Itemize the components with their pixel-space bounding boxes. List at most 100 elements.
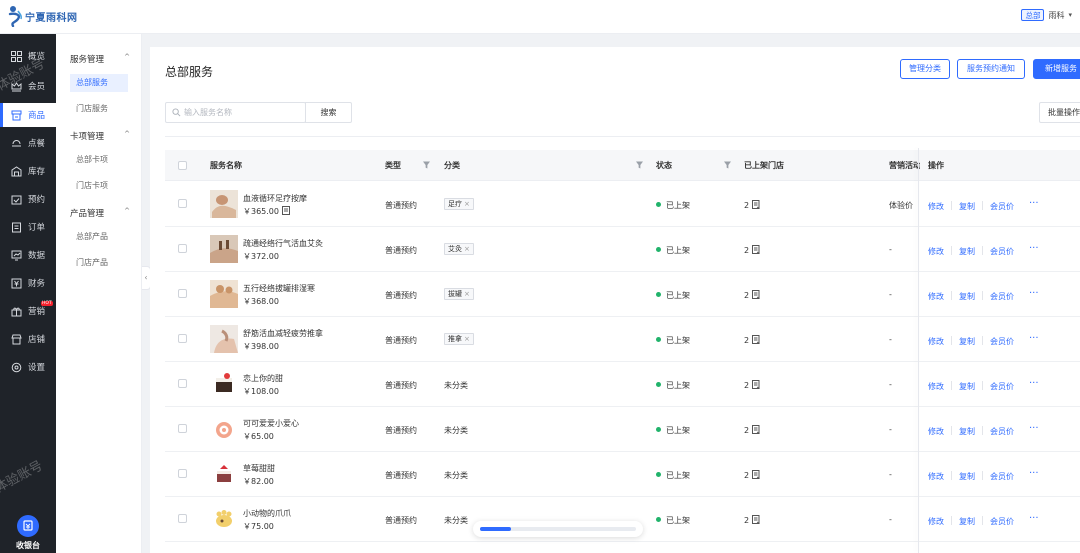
table-row[interactable]: 舒筋活血减轻疲劳推拿 ￥398.00 普通预约 推拿 × 已上架 2 - 修改 复制 会员价 ··· (165, 317, 1080, 362)
store-count[interactable]: 2 (744, 515, 760, 525)
close-icon[interactable]: × (464, 245, 470, 253)
more-icon[interactable]: ··· (1029, 513, 1039, 524)
table-row[interactable]: 可可爱爱小爱心 ￥65.00 普通预约 未分类 已上架 2 - 修改 复制 会员价 ··· (165, 407, 1080, 452)
filter-icon[interactable] (724, 161, 731, 169)
select-all-checkbox[interactable] (178, 161, 187, 170)
copy-link[interactable]: 复制 (959, 201, 975, 212)
row-checkbox[interactable] (178, 289, 187, 298)
submenu-item[interactable]: 门店服务 (70, 100, 128, 118)
submenu-item[interactable]: 门店卡项 (70, 177, 128, 195)
store-list-icon[interactable] (752, 425, 760, 434)
nav-item-1[interactable]: 会员 (0, 74, 56, 98)
copy-link[interactable]: 复制 (959, 381, 975, 392)
chevron-up-icon[interactable]: ^ (124, 53, 130, 61)
submenu-item[interactable]: 总部服务 (70, 74, 128, 92)
store-count[interactable]: 2 (744, 425, 760, 435)
search-input[interactable] (184, 105, 302, 120)
edit-link[interactable]: 修改 (928, 426, 944, 437)
more-icon[interactable]: ··· (1029, 333, 1039, 344)
member-price-link[interactable]: 会员价 (990, 336, 1014, 347)
user-name[interactable]: 雨科 (1048, 10, 1064, 21)
table-row[interactable]: 疏通经络行气活血艾灸 ￥372.00 普通预约 艾灸 × 已上架 2 - 修改 复制 会员价 ··· (165, 227, 1080, 272)
nav-item-7[interactable]: 数据 (0, 243, 56, 267)
submenu-group[interactable]: 卡项管理 ^ (70, 130, 130, 142)
table-row[interactable]: 血液循环足疗按摩 ￥365.00 普通预约 足疗 × 已上架 2 体验价 修改 复制 会员价 ··· (165, 182, 1080, 227)
more-icon[interactable]: ··· (1029, 423, 1039, 434)
chevron-up-icon[interactable]: ^ (124, 130, 130, 138)
nav-item-4[interactable]: 库存 (0, 159, 56, 183)
row-checkbox[interactable] (178, 514, 187, 523)
store-list-icon[interactable] (752, 335, 760, 344)
qr-code-icon[interactable] (282, 206, 290, 215)
more-icon[interactable]: ··· (1029, 243, 1039, 254)
copy-link[interactable]: 复制 (959, 291, 975, 302)
edit-link[interactable]: 修改 (928, 201, 944, 212)
add-service-button[interactable]: 新增服务 (1033, 59, 1080, 79)
edit-link[interactable]: 修改 (928, 336, 944, 347)
edit-link[interactable]: 修改 (928, 381, 944, 392)
store-count[interactable]: 2 (744, 470, 760, 480)
row-checkbox[interactable] (178, 244, 187, 253)
member-price-link[interactable]: 会员价 (990, 201, 1014, 212)
submenu-item[interactable]: 门店产品 (70, 254, 128, 272)
nav-item-11[interactable]: 设置 (0, 355, 56, 379)
member-price-link[interactable]: 会员价 (990, 516, 1014, 527)
chevron-down-icon[interactable]: ▾ (1068, 11, 1072, 19)
copy-link[interactable]: 复制 (959, 426, 975, 437)
store-count[interactable]: 2 (744, 245, 760, 255)
edit-link[interactable]: 修改 (928, 516, 944, 527)
copy-link[interactable]: 复制 (959, 246, 975, 257)
store-list-icon[interactable] (752, 515, 760, 524)
row-checkbox[interactable] (178, 199, 187, 208)
filter-icon[interactable] (636, 161, 643, 169)
submenu-group[interactable]: 服务管理 ^ (70, 53, 130, 65)
store-list-icon[interactable] (752, 470, 760, 479)
manage-categories-button[interactable]: 管理分类 (900, 59, 950, 79)
member-price-link[interactable]: 会员价 (990, 426, 1014, 437)
row-checkbox[interactable] (178, 469, 187, 478)
table-row[interactable]: 恋上你的甜 ￥108.00 普通预约 未分类 已上架 2 - 修改 复制 会员价 ··· (165, 362, 1080, 407)
table-row[interactable]: 五行经络拔罐排湿寒 ￥368.00 普通预约 拔罐 × 已上架 2 - 修改 复制 会员价 ··· (165, 272, 1080, 317)
copy-link[interactable]: 复制 (959, 336, 975, 347)
submenu-item[interactable]: 总部产品 (70, 228, 128, 246)
edit-link[interactable]: 修改 (928, 471, 944, 482)
nav-item-5[interactable]: 预约 (0, 187, 56, 211)
filter-icon[interactable] (423, 161, 430, 169)
nav-item-6[interactable]: 订单 (0, 215, 56, 239)
store-list-icon[interactable] (752, 200, 760, 209)
member-price-link[interactable]: 会员价 (990, 471, 1014, 482)
search-button[interactable]: 搜索 (305, 102, 352, 123)
chevron-up-icon[interactable]: ^ (124, 207, 130, 215)
submenu-group[interactable]: 产品管理 ^ (70, 207, 130, 219)
row-checkbox[interactable] (178, 379, 187, 388)
booking-notice-button[interactable]: 服务预约通知 (957, 59, 1025, 79)
close-icon[interactable]: × (464, 200, 470, 208)
nav-item-2[interactable]: 商品 (0, 103, 56, 127)
member-price-link[interactable]: 会员价 (990, 381, 1014, 392)
store-list-icon[interactable] (752, 290, 760, 299)
more-icon[interactable]: ··· (1029, 198, 1039, 209)
edit-link[interactable]: 修改 (928, 246, 944, 257)
row-checkbox[interactable] (178, 334, 187, 343)
cashier-button[interactable]: 收银台 (0, 513, 56, 553)
copy-link[interactable]: 复制 (959, 516, 975, 527)
search-field[interactable] (165, 102, 306, 123)
batch-actions-button[interactable]: 批量操作 (1039, 102, 1080, 123)
nav-item-3[interactable]: 点餐 (0, 131, 56, 155)
user-area[interactable]: 总部 雨科 ▾ (1021, 9, 1072, 21)
store-list-icon[interactable] (752, 380, 760, 389)
store-list-icon[interactable] (752, 245, 760, 254)
edit-link[interactable]: 修改 (928, 291, 944, 302)
member-price-link[interactable]: 会员价 (990, 291, 1014, 302)
store-count[interactable]: 2 (744, 200, 760, 210)
table-row[interactable]: 草莓甜甜 ￥82.00 普通预约 未分类 已上架 2 - 修改 复制 会员价 ··· (165, 452, 1080, 497)
store-count[interactable]: 2 (744, 380, 760, 390)
row-checkbox[interactable] (178, 424, 187, 433)
nav-item-0[interactable]: 概览 (0, 44, 56, 68)
more-icon[interactable]: ··· (1029, 468, 1039, 479)
close-icon[interactable]: × (464, 335, 470, 343)
more-icon[interactable]: ··· (1029, 378, 1039, 389)
brand-logo[interactable]: 宁夏雨科网 (8, 5, 78, 27)
close-icon[interactable]: × (464, 290, 470, 298)
nav-item-10[interactable]: 店铺 (0, 327, 56, 351)
